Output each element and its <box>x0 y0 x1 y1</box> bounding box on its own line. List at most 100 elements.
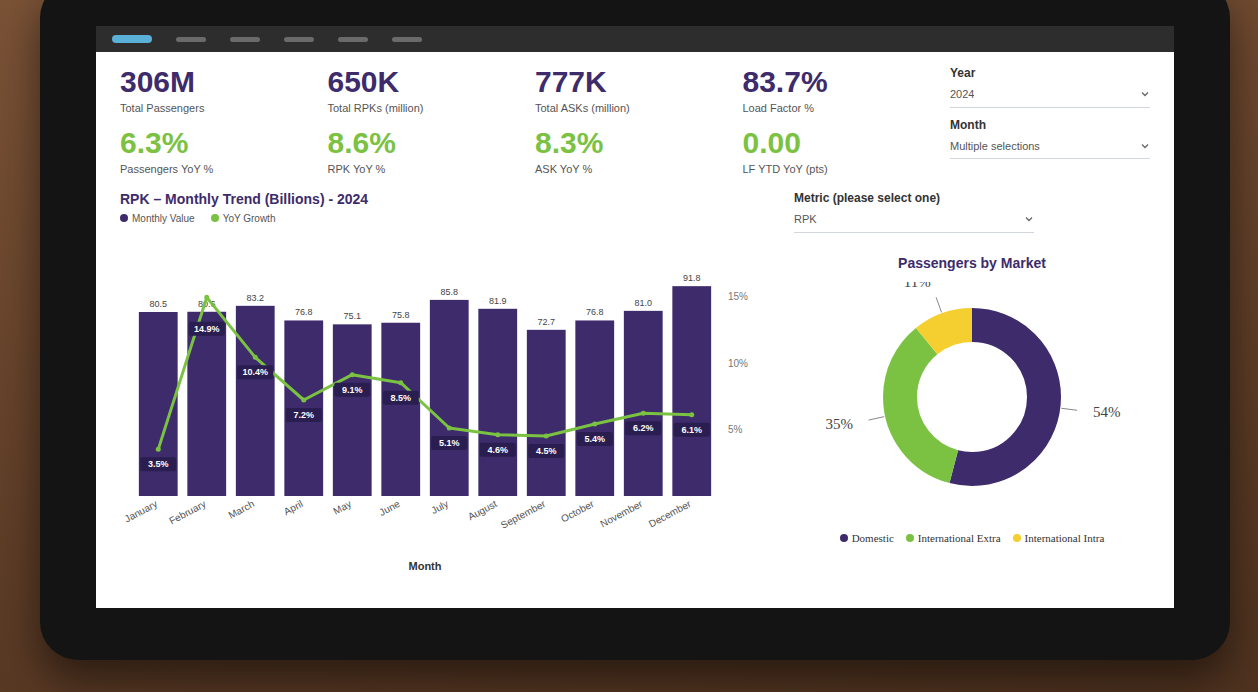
growth-label-box <box>334 383 370 397</box>
kpi-label: RPK YoY % <box>328 161 512 178</box>
bar-value-label: 75.1 <box>343 311 361 321</box>
chart-title: RPK – Monthly Trend (Billions) - 2024 <box>120 189 770 210</box>
chevron-down-icon <box>1024 214 1034 224</box>
filter-value: 2024 <box>950 86 974 103</box>
bar-value-label: 80.5 <box>149 299 167 309</box>
legend-label: Monthly Value <box>132 211 195 226</box>
month-label: November <box>598 498 644 530</box>
growth-label: 4.5% <box>536 446 557 456</box>
filter-dropdown[interactable]: 2024 <box>950 86 1150 108</box>
bar-value-label: 72.7 <box>537 317 555 327</box>
kpi-value: 6.3% <box>120 125 304 161</box>
growth-point <box>689 412 694 417</box>
growth-label-box <box>431 436 467 450</box>
growth-label-box <box>577 432 613 446</box>
filter-field: Metric (please select one)RPK <box>794 189 1034 233</box>
growth-point <box>301 398 306 403</box>
legend-label: International Intra <box>1025 530 1105 547</box>
top-nav-bar <box>96 26 1174 52</box>
kpi-card: 6.3%Passengers YoY % <box>120 125 304 178</box>
segment-label: 54% <box>1093 404 1121 420</box>
bar <box>624 311 663 496</box>
bar-value-label: 81.9 <box>489 296 507 306</box>
month-label: September <box>499 498 548 531</box>
nav-item[interactable] <box>392 37 422 42</box>
legend-dot <box>906 534 914 542</box>
donut-segment <box>900 325 1044 469</box>
rpk-chart: RPK – Monthly Trend (Billions) - 2024Mon… <box>120 189 770 608</box>
growth-label: 9.1% <box>342 385 363 395</box>
kpi-label: Total Passengers <box>120 100 304 117</box>
legend-label: International Extra <box>918 530 1001 547</box>
filter-value: RPK <box>794 211 817 228</box>
growth-point <box>204 295 209 300</box>
growth-label: 8.5% <box>390 393 411 403</box>
leader-line <box>1061 408 1077 410</box>
kpi-label: Total ASKs (million) <box>535 100 719 117</box>
charts-section: RPK – Monthly Trend (Billions) - 2024Mon… <box>120 189 1150 608</box>
filter-dropdown[interactable]: RPK <box>794 211 1034 233</box>
segment-label: 11% <box>904 282 931 290</box>
x-axis-title: Month <box>409 560 442 572</box>
rpk-chart-plot: 15%10%5%80.5January80.6February83.2March… <box>120 226 770 576</box>
legend-dot <box>840 534 848 542</box>
legend-item: International Extra <box>906 530 1001 547</box>
filter-dropdown[interactable]: Multiple selections <box>950 138 1150 160</box>
growth-label: 3.5% <box>148 459 169 469</box>
legend-label: YoY Growth <box>223 211 276 226</box>
bar-value-label: 76.8 <box>295 307 313 317</box>
tablet-screen: 306MTotal Passengers650KTotal RPKs (mill… <box>96 26 1174 608</box>
kpi-card: 0.00LF YTD YoY (pts) <box>743 125 927 178</box>
legend-dot <box>120 214 128 222</box>
kpi-label: ASK YoY % <box>535 161 719 178</box>
growth-point <box>253 355 258 360</box>
bar <box>527 330 566 496</box>
month-label: October <box>559 498 596 525</box>
chevron-path <box>1142 144 1148 147</box>
growth-label: 5.1% <box>439 438 460 448</box>
month-label: July <box>429 498 450 516</box>
legend-dot <box>211 214 219 222</box>
kpi-label: Load Factor % <box>743 100 927 117</box>
bar-value-label: 75.8 <box>392 310 410 320</box>
growth-label: 10.4% <box>242 367 268 377</box>
filter-field: Year2024 <box>950 64 1150 108</box>
growth-label-box <box>528 444 564 458</box>
donut-segment <box>900 325 1044 469</box>
growth-label-box <box>189 322 225 336</box>
month-label: January <box>123 498 160 524</box>
growth-point <box>350 372 355 377</box>
month-label: February <box>167 498 207 526</box>
growth-line <box>158 297 692 449</box>
growth-point <box>495 432 500 437</box>
nav-item[interactable] <box>338 37 368 42</box>
month-label: May <box>331 498 353 517</box>
chart-legend: Monthly Value YoY Growth <box>120 210 770 226</box>
kpi-card: 8.6%RPK YoY % <box>328 125 512 178</box>
market-donut: 54% 35% 11% <box>802 282 1142 522</box>
bar <box>284 320 323 496</box>
growth-point <box>641 411 646 416</box>
kpi-value: 306M <box>120 64 304 100</box>
donut-title: Passengers by Market <box>794 253 1150 274</box>
chevron-path <box>1142 93 1148 96</box>
nav-item[interactable] <box>230 37 260 42</box>
filter-field: MonthMultiple selections <box>950 116 1150 160</box>
segment-label: 35% <box>825 415 853 431</box>
legend-dot <box>1013 534 1021 542</box>
bar-value-label: 81.0 <box>634 298 652 308</box>
chevron-path <box>1026 218 1032 221</box>
kpi-value: 8.3% <box>535 125 719 161</box>
growth-point <box>544 434 549 439</box>
leader-line <box>936 297 941 312</box>
kpi-card: 8.3%ASK YoY % <box>535 125 719 178</box>
legend-item: YoY Growth <box>211 211 276 226</box>
kpi-value: 8.6% <box>328 125 512 161</box>
kpi-card: 306MTotal Passengers <box>120 64 304 117</box>
nav-item[interactable] <box>176 37 206 42</box>
nav-item[interactable] <box>284 37 314 42</box>
tablet: 306MTotal Passengers650KTotal RPKs (mill… <box>40 0 1230 660</box>
growth-label: 6.1% <box>681 425 702 435</box>
right-column: Metric (please select one)RPK Passengers … <box>794 189 1150 608</box>
bar <box>236 306 275 496</box>
